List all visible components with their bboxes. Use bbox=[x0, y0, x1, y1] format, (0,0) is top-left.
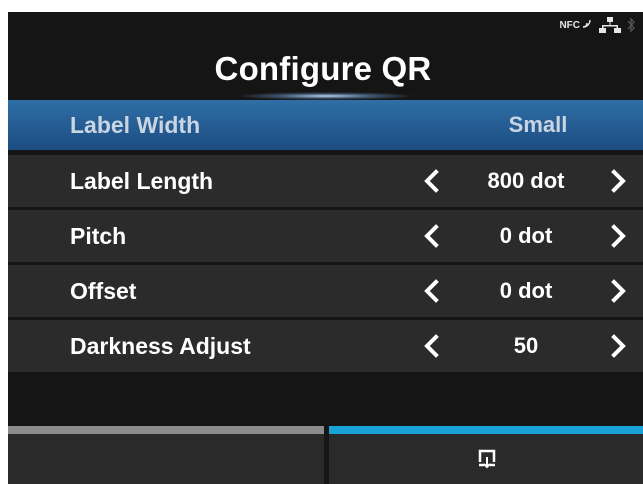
title-underline-glow bbox=[236, 92, 416, 100]
network-icon bbox=[599, 16, 621, 34]
setting-row-darkness-adjust[interactable]: Darkness Adjust 50 bbox=[8, 320, 643, 372]
setting-value: 0 dot bbox=[499, 278, 553, 303]
test-print-tab[interactable] bbox=[329, 426, 643, 484]
setting-row-offset[interactable]: Offset 0 dot bbox=[8, 265, 643, 317]
setting-row-label-width[interactable]: Label Width Small bbox=[8, 100, 643, 150]
chevron-left-icon[interactable] bbox=[420, 279, 444, 303]
setting-value: Small bbox=[508, 112, 568, 137]
setting-value: 800 dot bbox=[487, 168, 565, 193]
settings-list: Label Width Small Label Length 800 dot P… bbox=[8, 100, 643, 375]
chevron-right-icon[interactable] bbox=[606, 224, 630, 248]
chevron-right-icon[interactable] bbox=[606, 334, 630, 358]
status-bar: NFC bbox=[559, 16, 635, 34]
chevron-right-icon[interactable] bbox=[606, 279, 630, 303]
nfc-icon: NFC bbox=[559, 19, 593, 31]
chevron-right-icon[interactable] bbox=[606, 169, 630, 193]
setting-label: Label Length bbox=[70, 168, 214, 194]
setting-label: Darkness Adjust bbox=[70, 333, 251, 359]
setting-row-label-length[interactable]: Label Length 800 dot bbox=[8, 155, 643, 207]
test-print-icon bbox=[478, 449, 496, 469]
bottom-tab-bar bbox=[8, 426, 643, 484]
setting-label: Offset bbox=[70, 278, 137, 304]
setting-row-pitch[interactable]: Pitch 0 dot bbox=[8, 210, 643, 262]
printer-screen: Configure QR NFC Label Width Small Label… bbox=[8, 12, 643, 484]
setting-value: 50 bbox=[513, 333, 539, 358]
setting-label: Label Width bbox=[70, 112, 201, 138]
header: Configure QR NFC bbox=[8, 12, 643, 100]
chevron-left-icon[interactable] bbox=[420, 169, 444, 193]
chevron-left-icon[interactable] bbox=[420, 334, 444, 358]
setting-value: 0 dot bbox=[499, 223, 553, 248]
nfc-label: NFC bbox=[559, 19, 580, 31]
page-title: Configure QR bbox=[214, 50, 432, 87]
bluetooth-icon bbox=[627, 16, 635, 34]
setting-label: Pitch bbox=[70, 223, 127, 249]
chevron-left-icon[interactable] bbox=[420, 224, 444, 248]
left-tab[interactable] bbox=[8, 426, 324, 484]
